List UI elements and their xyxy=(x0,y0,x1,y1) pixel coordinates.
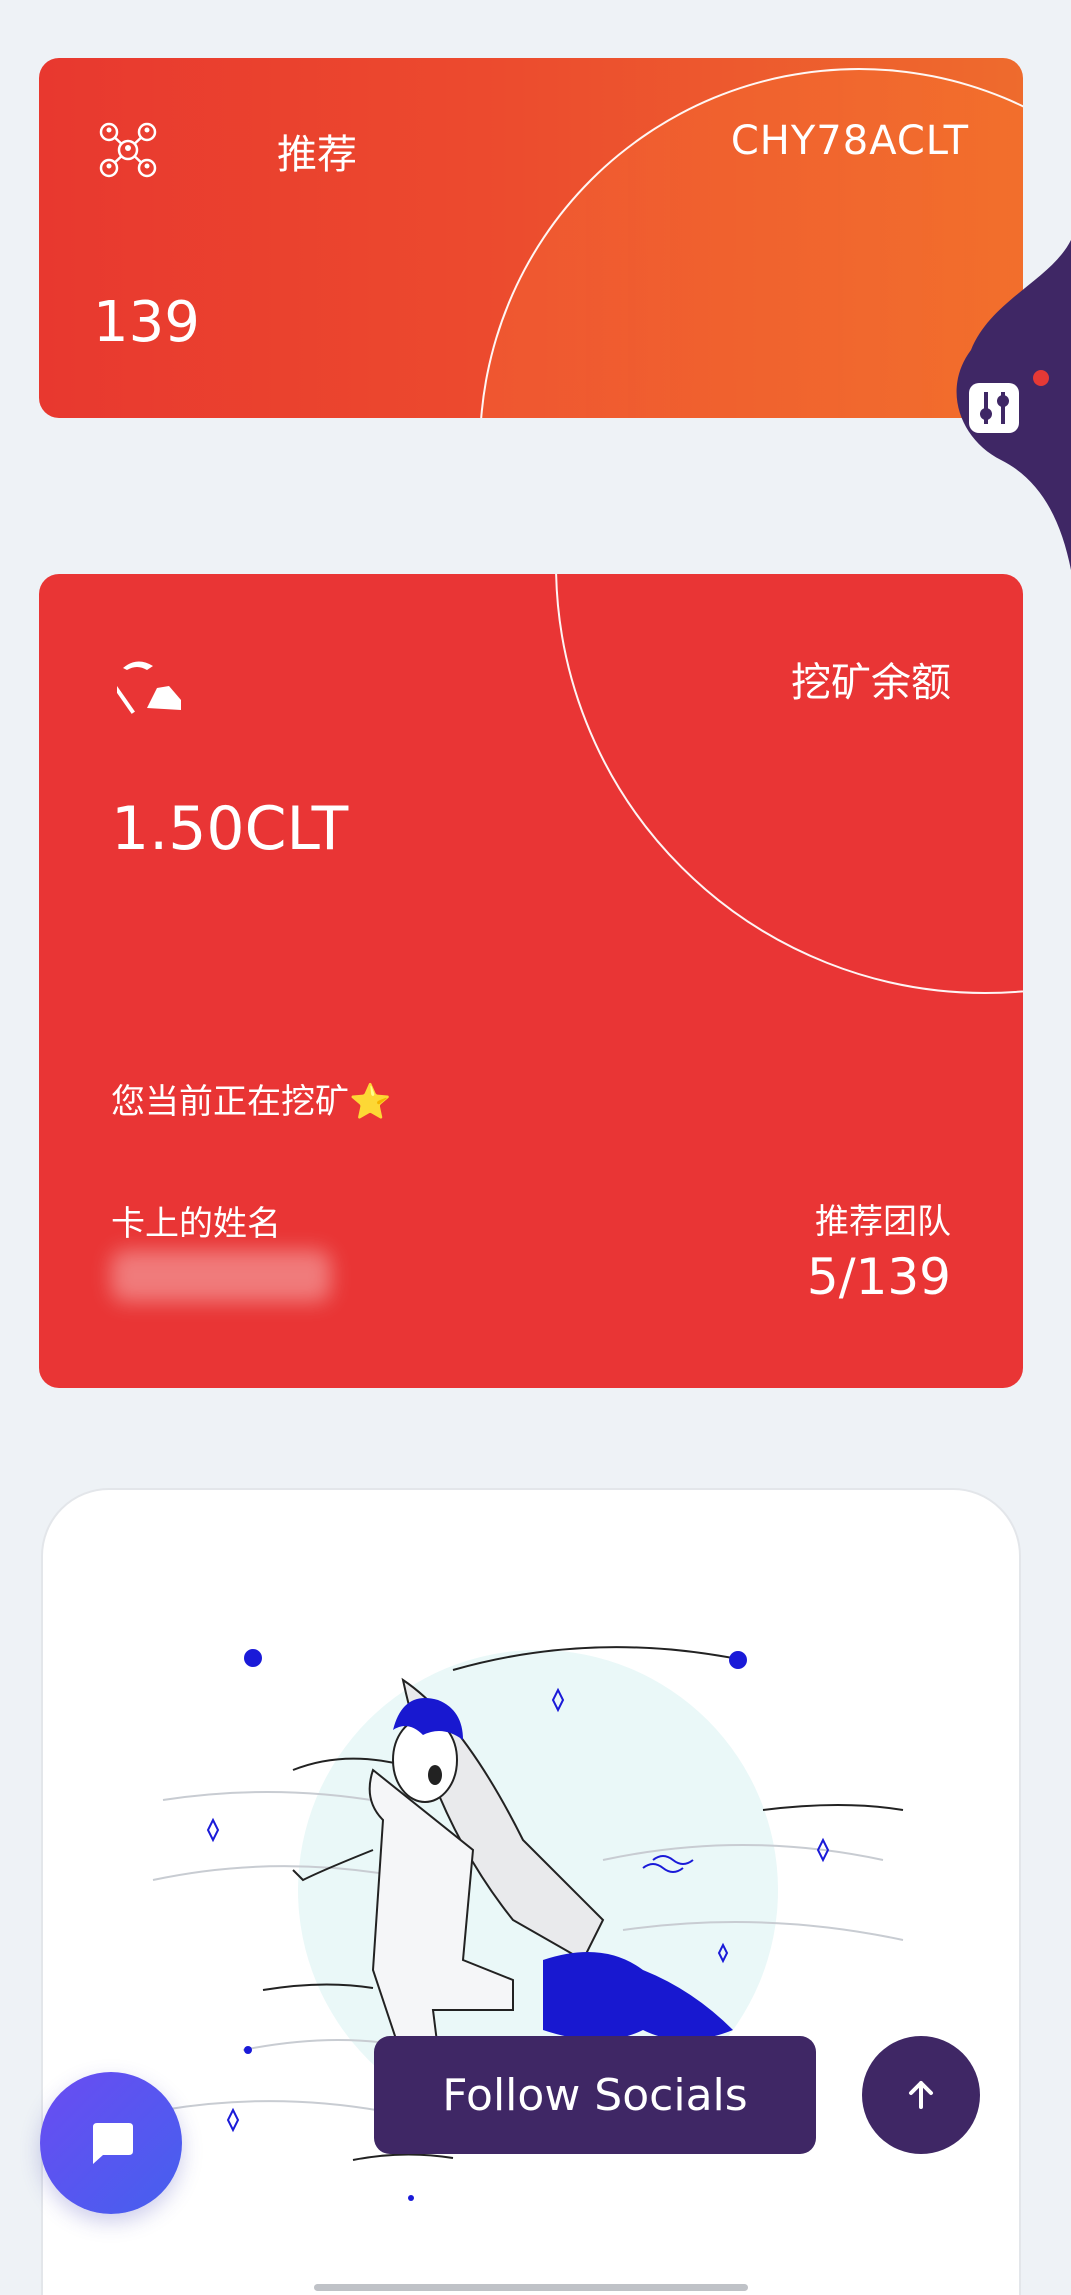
follow-socials-button[interactable]: Follow Socials xyxy=(374,2036,816,2154)
referral-count: 139 xyxy=(93,290,200,355)
arrow-up-icon xyxy=(909,2081,933,2109)
home-indicator xyxy=(314,2284,748,2291)
settings-sliders-icon[interactable] xyxy=(931,240,1071,570)
pickaxe-icon xyxy=(117,661,181,714)
chat-button[interactable] xyxy=(40,2072,182,2214)
cardholder-name-label: 卡上的姓名 xyxy=(111,1204,281,1244)
chat-bubble-icon xyxy=(93,2123,133,2164)
mining-balance-label: 挖矿余额 xyxy=(791,660,951,706)
cardholder-name-redacted xyxy=(111,1250,331,1302)
referral-team-value: 5/139 xyxy=(806,1248,951,1306)
referral-card[interactable]: 推荐 CHY78ACLT 139 xyxy=(39,58,1023,418)
illustration-card xyxy=(41,1488,1021,2295)
referral-title: 推荐 xyxy=(277,132,357,178)
network-icon xyxy=(99,122,157,178)
referral-team-label: 推荐团队 xyxy=(815,1202,951,1242)
referral-code[interactable]: CHY78ACLT xyxy=(731,118,969,164)
scroll-to-top-button[interactable] xyxy=(862,2036,980,2154)
decorative-arc xyxy=(555,574,1023,994)
mining-card[interactable]: 挖矿余额 1.50CLT 您当前正在挖矿⭐ 卡上的姓名 推荐团队 5/139 xyxy=(39,574,1023,1388)
mining-balance-value: 1.50CLT xyxy=(111,794,349,864)
rocket-illustration xyxy=(152,1646,904,2201)
mining-status: 您当前正在挖矿⭐ xyxy=(111,1082,392,1122)
